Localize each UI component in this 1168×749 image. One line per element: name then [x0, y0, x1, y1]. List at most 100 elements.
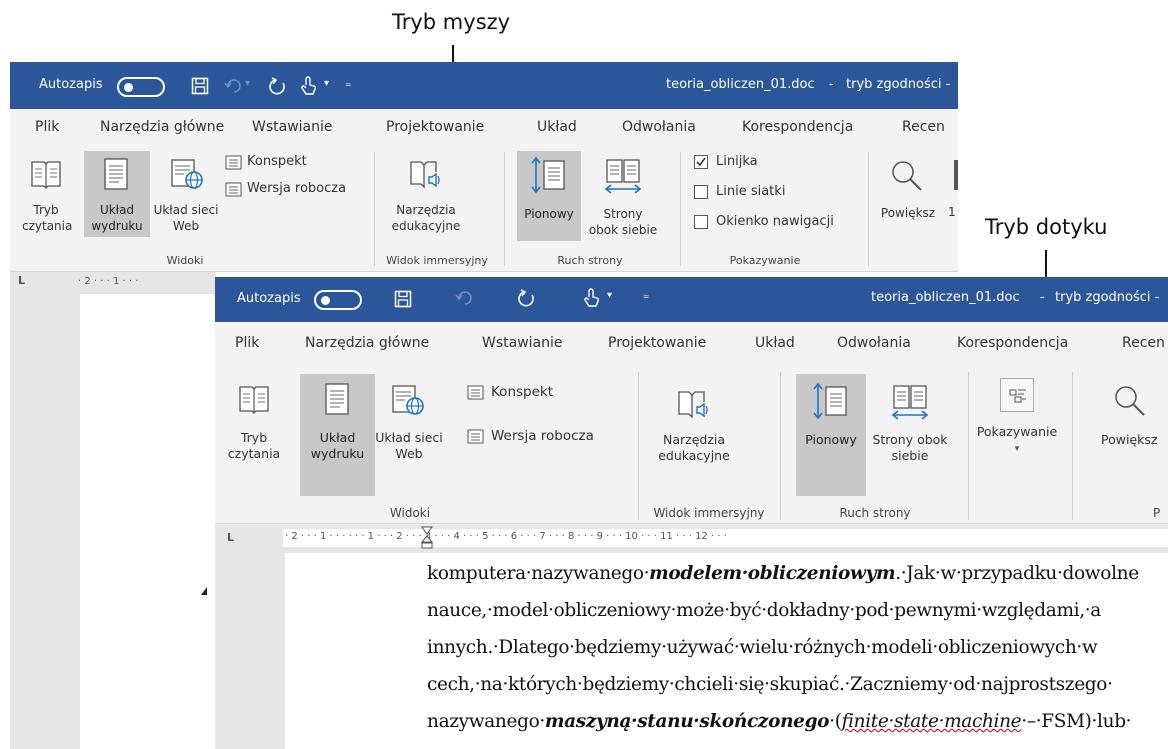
web-layout-icon	[171, 159, 203, 189]
compatibility-mode-label: tryb zgodności -	[846, 77, 951, 92]
indent-marker-icon[interactable]	[421, 526, 433, 550]
tab-projektowanie[interactable]: Projektowanie	[386, 119, 484, 135]
zoom-button[interactable]: Powiększ	[872, 151, 944, 237]
draft-button[interactable]: Wersja robocza	[467, 428, 594, 448]
title-bar: Autozapis ▾ ₌ teoria_obliczen_01.doc - t…	[215, 277, 1168, 322]
customize-qat-icon[interactable]: ₌	[345, 76, 351, 90]
tab-korespondencja[interactable]: Korespondencja	[957, 335, 1068, 351]
navigation-pane-checkbox-label: Okienko nawigacji	[716, 214, 834, 229]
autosave-label: Autozapis	[39, 77, 103, 92]
touch-mode-dropdown-icon[interactable]: ▾	[607, 290, 612, 301]
print-layout-label: Układ wydruku	[310, 430, 365, 462]
doc-text: ·(	[829, 711, 842, 732]
page-width-icon-edge	[954, 160, 958, 190]
undo-icon[interactable]	[224, 78, 244, 95]
tab-selector[interactable]: L	[18, 274, 25, 287]
word-window-mouse-mode: Autozapis ▾ ▾ ₌ teoria_obliczen_01.doc -…	[10, 62, 958, 272]
doc-bold-term: maszyną·stanu·skończonego	[544, 711, 830, 732]
customize-qat-icon[interactable]: ₌	[643, 288, 649, 302]
ruler-ticks: · 2 · · · 1 · · · · · · 1 · · · 2 · · · …	[285, 531, 727, 542]
outline-button[interactable]: Konspekt	[225, 154, 307, 172]
vertical-label: Pionowy	[805, 432, 857, 447]
autosave-toggle[interactable]	[314, 290, 362, 310]
check-icon	[696, 157, 706, 167]
vertical-movement-icon	[531, 156, 565, 194]
print-layout-icon	[325, 383, 349, 415]
outline-label: Konspekt	[247, 154, 307, 169]
doc-text: .·Jak·w·przypadku·dowolne	[895, 563, 1139, 584]
tab-odwolania[interactable]: Odwołania	[622, 119, 696, 135]
group-separator	[374, 152, 375, 266]
immersive-reader-button[interactable]: Narzędzia edukacyjne	[643, 374, 745, 484]
group-separator	[868, 152, 869, 266]
group-separator	[680, 152, 681, 266]
touch-mode-dropdown-icon[interactable]: ▾	[324, 78, 329, 89]
group-separator	[638, 372, 639, 520]
zoom-icon	[1115, 386, 1145, 416]
checkbox-unchecked	[694, 185, 708, 199]
tab-recenzja[interactable]: Recen	[902, 119, 945, 135]
tab-uklad[interactable]: Układ	[755, 335, 795, 351]
group-separator	[1072, 372, 1073, 520]
vertical-page-movement-button[interactable]: Pionowy	[517, 151, 581, 241]
tab-narzedzia-glowne[interactable]: Narzędzia główne	[305, 335, 429, 351]
tab-odwolania[interactable]: Odwołania	[837, 335, 911, 351]
immersive-reader-button[interactable]: Narzędzia edukacyjne	[378, 151, 474, 247]
zoom-icon	[892, 161, 922, 191]
tab-narzedzia-glowne[interactable]: Narzędzia główne	[100, 119, 224, 135]
reading-mode-button[interactable]: Tryb czytania	[22, 151, 72, 237]
print-layout-button[interactable]: Układ wydruku	[300, 374, 375, 496]
outline-button[interactable]: Konspekt	[467, 384, 553, 404]
tab-projektowanie[interactable]: Projektowanie	[608, 335, 706, 351]
tab-korespondencja[interactable]: Korespondencja	[742, 119, 853, 135]
web-layout-button[interactable]: Układ sieci Web	[375, 374, 443, 474]
tab-recenzja[interactable]: Recen	[1122, 335, 1165, 351]
compatibility-mode-label: tryb zgodności -	[1055, 290, 1160, 305]
navigation-pane-checkbox[interactable]: Okienko nawigacji	[694, 214, 834, 232]
redo-icon[interactable]	[268, 77, 288, 96]
zoom-100-cut-label[interactable]: 1	[948, 205, 956, 219]
tab-wstawianie[interactable]: Wstawianie	[482, 335, 563, 351]
redo-icon[interactable]	[517, 289, 537, 308]
group-label-widoki: Widoki	[166, 254, 204, 267]
document-page[interactable]: komputera·nazywanego·modelem·obliczeniow…	[285, 553, 1168, 749]
side-to-side-icon	[891, 385, 929, 420]
reading-mode-button[interactable]: Tryb czytania	[225, 374, 283, 474]
document-line-1: komputera·nazywanego·modelem·obliczeniow…	[427, 563, 1139, 584]
ribbon-tabs: Plik Narzędzia główne Wstawianie Projekt…	[215, 322, 1168, 366]
side-to-side-button[interactable]: Strony obok siebie	[867, 374, 953, 484]
tab-plik[interactable]: Plik	[235, 335, 259, 351]
save-icon[interactable]	[394, 290, 412, 308]
ruler-checkbox[interactable]: Linijka	[694, 154, 758, 172]
web-layout-label: Układ sieci Web	[153, 203, 219, 233]
print-layout-button[interactable]: Układ wydruku	[84, 151, 150, 237]
undo-dropdown-icon[interactable]: ▾	[245, 78, 250, 89]
save-icon[interactable]	[191, 77, 209, 95]
doc-bold-term: modelem·obliczeniowym	[649, 563, 896, 584]
web-layout-button[interactable]: Układ sieci Web	[152, 151, 220, 237]
doc-italic-term: finite·state·machine	[841, 711, 1022, 732]
group-label-ruch-strony: Ruch strony	[557, 254, 623, 267]
tab-selector[interactable]: L	[227, 531, 234, 544]
zoom-button[interactable]: Powiększ	[1077, 374, 1168, 474]
side-to-side-button[interactable]: Strony obok siebie	[588, 151, 658, 241]
tab-uklad[interactable]: Układ	[537, 119, 577, 135]
touch-mouse-mode-icon[interactable]	[583, 288, 601, 308]
text-cursor-marker	[201, 587, 207, 595]
zoom-label: Powiększ	[1101, 432, 1158, 447]
gridlines-checkbox[interactable]: Linie siatki	[694, 184, 785, 202]
show-dropdown-button[interactable]: Pokazywanie ▾	[973, 374, 1061, 466]
side-to-side-icon	[604, 159, 642, 194]
vertical-page-movement-button[interactable]: Pionowy	[796, 374, 866, 496]
draft-button[interactable]: Wersja robocza	[225, 181, 346, 199]
show-icon	[1009, 389, 1026, 403]
draft-label: Wersja robocza	[491, 428, 594, 444]
tab-plik[interactable]: Plik	[35, 119, 59, 135]
tab-wstawianie[interactable]: Wstawianie	[252, 119, 333, 135]
touch-mouse-mode-icon[interactable]	[300, 76, 318, 96]
autosave-toggle[interactable]	[117, 77, 165, 97]
document-page-mouse[interactable]	[80, 294, 215, 749]
immersive-reader-label: Narzędzia edukacyjne	[391, 203, 461, 233]
undo-icon[interactable]	[455, 290, 475, 307]
document-filename: teoria_obliczen_01.doc	[871, 290, 1020, 305]
